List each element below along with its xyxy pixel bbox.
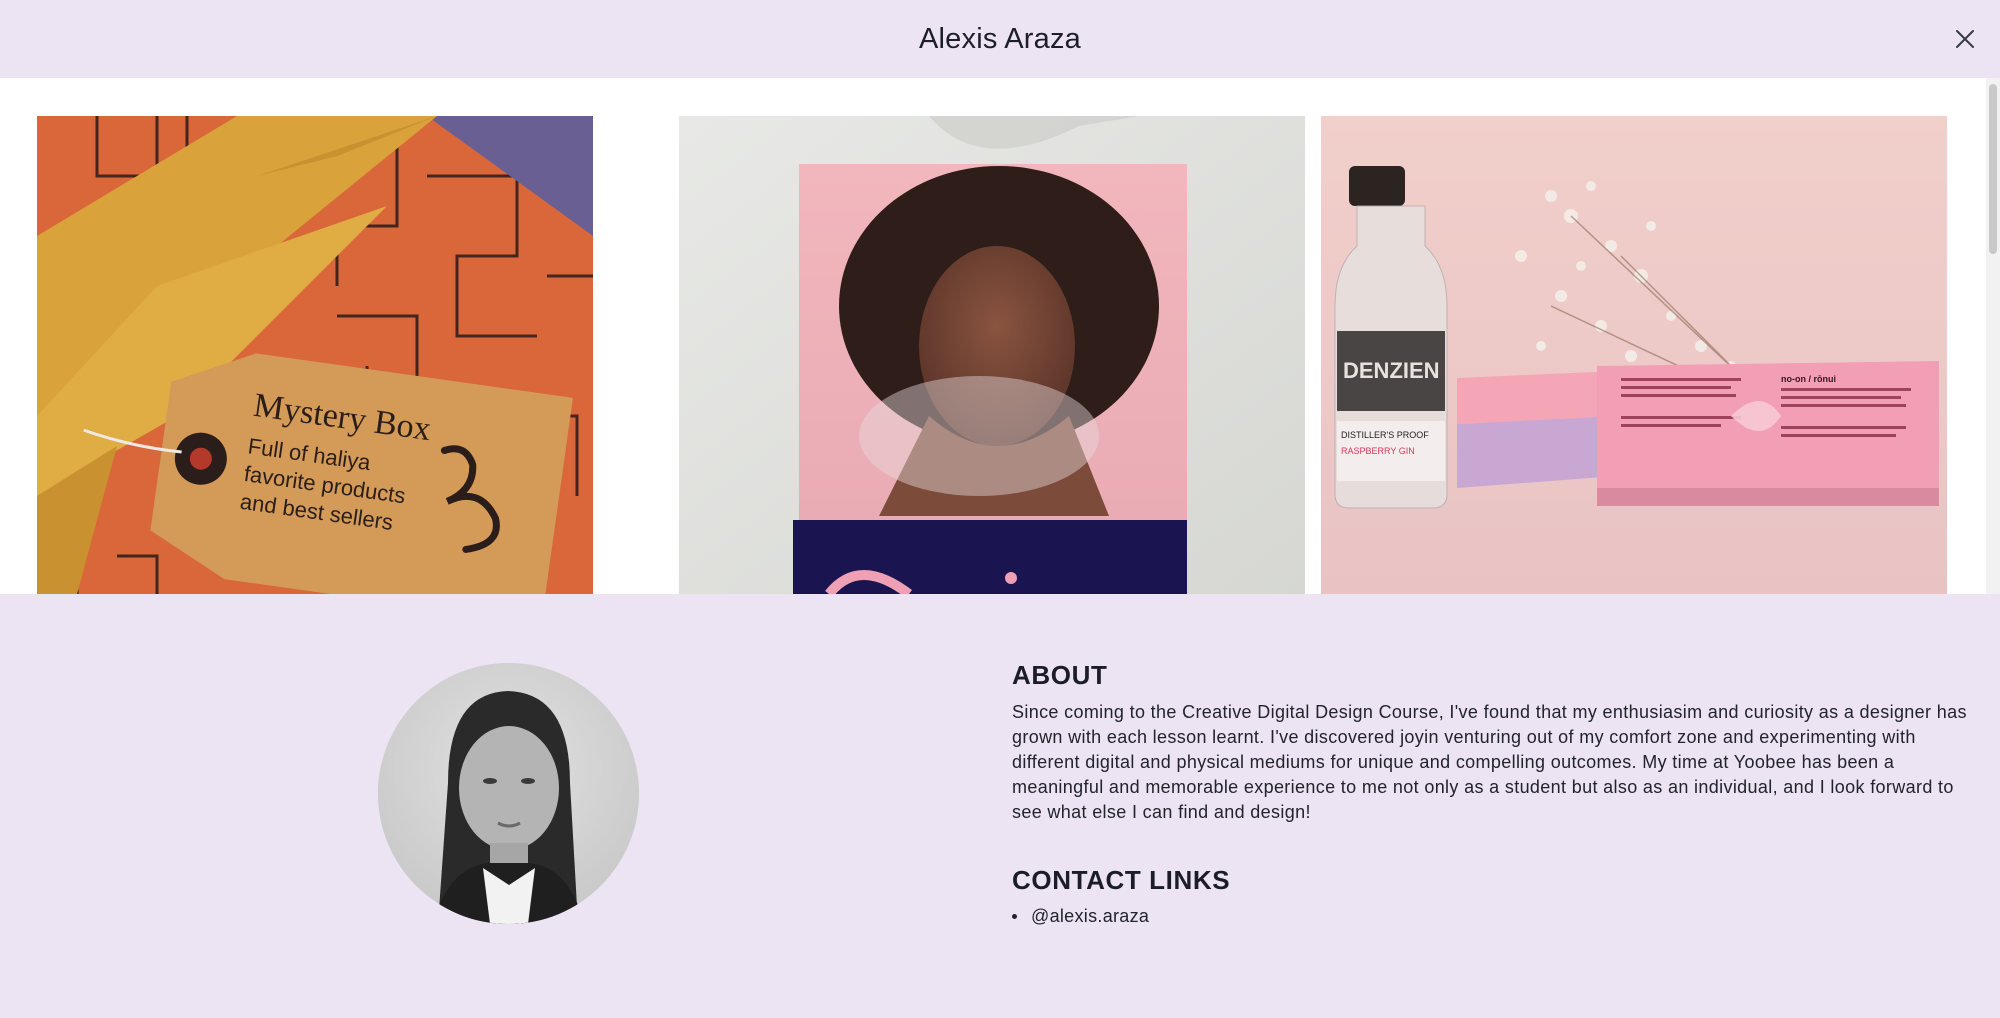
contact-links-heading: CONTACT LINKS xyxy=(1012,865,1231,895)
profile-section: ABOUT Since coming to the Creative Digit… xyxy=(0,594,2000,1018)
project-gallery[interactable]: Mystery Box Full of haliya favorite prod… xyxy=(0,78,2000,594)
project-modal: Alexis Araza Mystery Box Full of haliya … xyxy=(0,0,2000,1018)
list-item: @alexis.araza xyxy=(1012,906,1149,927)
about-heading: ABOUT xyxy=(1012,660,1108,690)
bottle-flavor: RASPBERRY GIN xyxy=(1341,446,1415,456)
bottle-label: DENZIEN xyxy=(1343,358,1440,383)
contact-links-list: @alexis.araza xyxy=(1012,906,1149,927)
scroll-thumb[interactable] xyxy=(1989,84,1997,254)
gallery-image-denzien-packaging[interactable]: DENZIEN DISTILLER'S PROOF RASPBERRY GIN xyxy=(1321,116,1947,594)
gallery-image-mystery-box[interactable]: Mystery Box Full of haliya favorite prod… xyxy=(37,116,593,594)
modal-header: Alexis Araza xyxy=(0,0,2000,78)
avatar xyxy=(378,663,639,924)
contact-link-instagram[interactable]: @alexis.araza xyxy=(1031,906,1149,927)
gallery-image-portrait-poster[interactable] xyxy=(679,116,1305,594)
bullet-icon xyxy=(1012,914,1017,919)
bottle-sub: DISTILLER'S PROOF xyxy=(1341,430,1429,440)
gallery-scrollbar[interactable] xyxy=(1986,78,2000,594)
page-title: Alexis Araza xyxy=(919,22,1081,55)
close-icon xyxy=(1956,30,1974,48)
close-button[interactable] xyxy=(1948,22,1982,56)
about-text: Since coming to the Creative Digital Des… xyxy=(1012,702,1967,822)
box-heading: no-on / rōnui xyxy=(1781,374,1836,384)
